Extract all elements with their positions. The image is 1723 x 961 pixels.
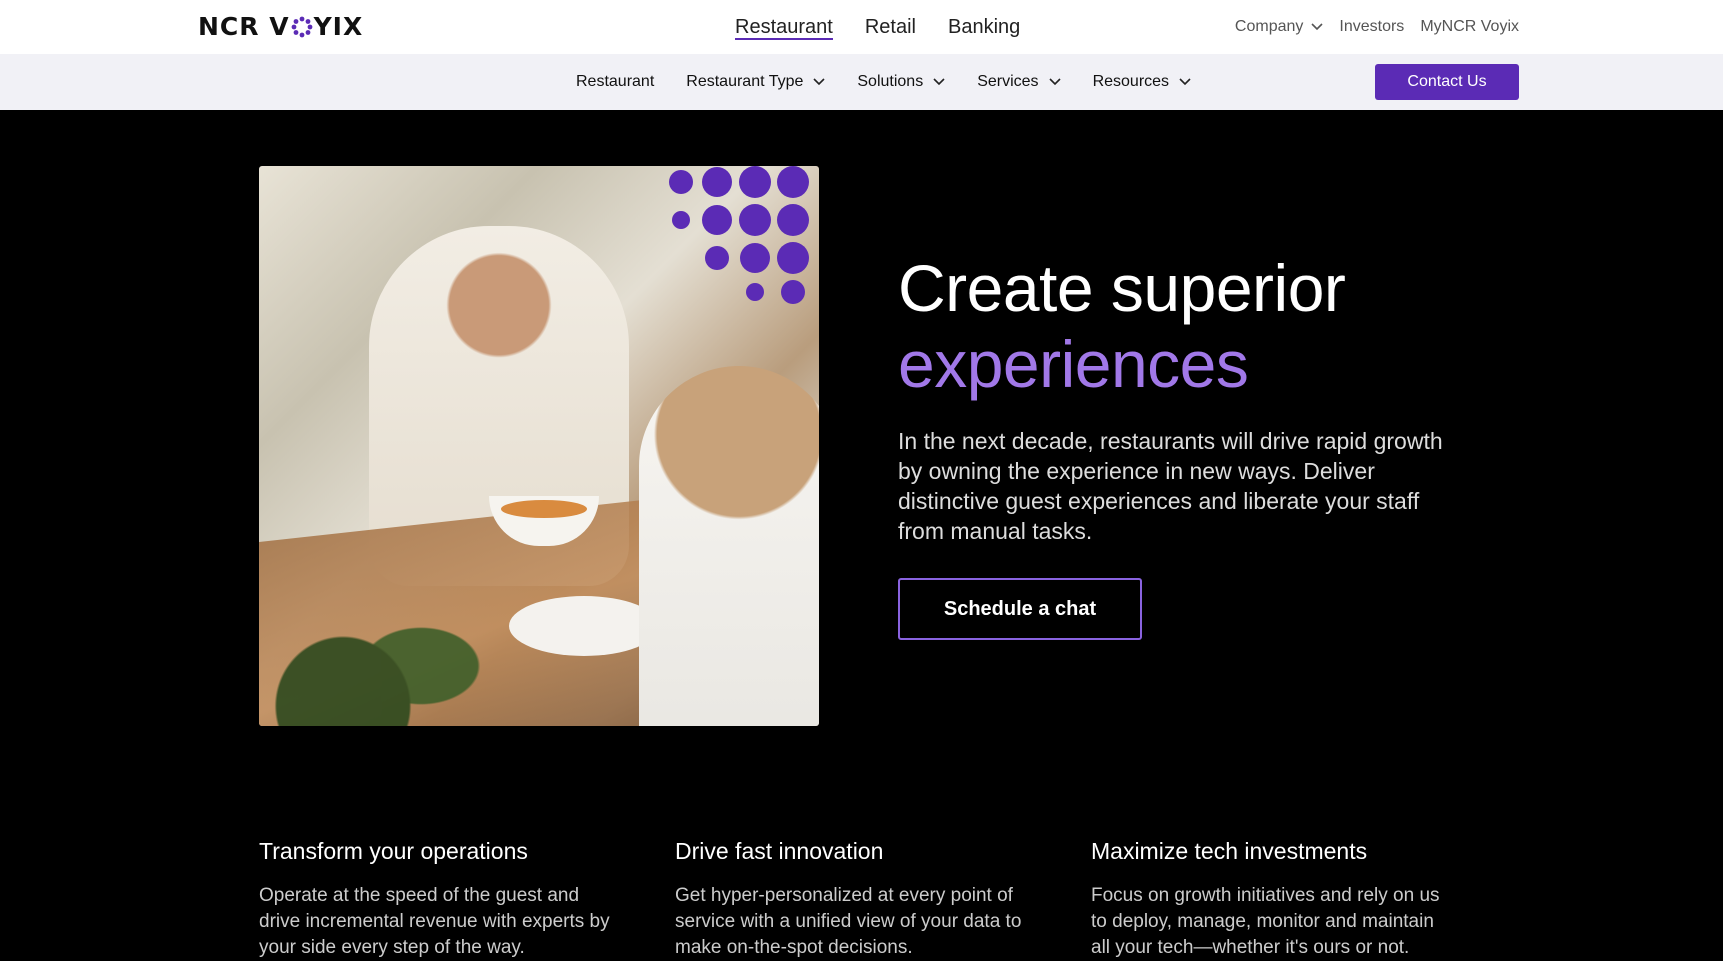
subnav-restaurant[interactable]: Restaurant: [576, 73, 654, 91]
tab-restaurant[interactable]: Restaurant: [735, 0, 833, 54]
subnav-restaurant-label: Restaurant: [576, 73, 655, 90]
secondary-navigation: Restaurant Restaurant Type Solutions Ser…: [0, 54, 1723, 110]
hero-title-line2: experiences: [898, 327, 1249, 401]
diner-back-figure: [639, 366, 819, 726]
contact-us-button[interactable]: Contact Us: [1375, 64, 1519, 100]
feature-body: Operate at the speed of the guest and dr…: [259, 885, 610, 958]
hero-title-line1: Create superior: [898, 251, 1346, 325]
feature-tech-investments: Maximize tech investments Focus on growt…: [1091, 838, 1451, 961]
plate-figure: [509, 596, 659, 656]
subnav-restaurant-type[interactable]: Restaurant Type: [686, 73, 825, 91]
feature-body: Get hyper-personalized at every point of…: [675, 885, 1022, 958]
company-label: Company: [1234, 18, 1304, 35]
schedule-chat-button[interactable]: Schedule a chat: [898, 578, 1142, 640]
chevron-down-icon: [933, 78, 945, 86]
feature-title: Maximize tech investments: [1091, 838, 1368, 864]
feature-title: Transform your operations: [259, 838, 528, 864]
tab-retail[interactable]: Retail: [865, 0, 916, 54]
top-navigation: NCR V YIX Restaurant Retail Banking Comp…: [0, 0, 1723, 54]
primary-tabs: Restaurant Retail Banking: [735, 0, 1020, 54]
subnav-resources[interactable]: Resources: [1093, 73, 1191, 91]
hero-title: Create superior experiences: [898, 250, 1346, 402]
myncr-voyix-link[interactable]: MyNCR Voyix: [1420, 18, 1519, 36]
logo-text-left: NCR V: [198, 11, 290, 41]
hero-image: [259, 166, 819, 726]
subnav-solutions[interactable]: Solutions: [857, 73, 945, 91]
chevron-down-icon: [1311, 23, 1323, 31]
plant-figure: [259, 546, 499, 726]
investors-link[interactable]: Investors: [1339, 18, 1404, 36]
chevron-down-icon: [1048, 78, 1061, 86]
subnav-services-label: Services: [977, 73, 1039, 90]
subnav-restaurant-type-label: Restaurant Type: [686, 73, 804, 90]
feature-title: Drive fast innovation: [675, 838, 884, 864]
feature-transform: Transform your operations Operate at the…: [259, 838, 619, 961]
subnav-solutions-label: Solutions: [857, 73, 924, 90]
logo-text-right: YIX: [313, 11, 364, 41]
subnav-resources-label: Resources: [1092, 73, 1170, 90]
subnav-services[interactable]: Services: [977, 73, 1061, 91]
subnav-items: Restaurant Restaurant Type Solutions Ser…: [576, 54, 1191, 110]
logo-dots-icon: [291, 15, 313, 38]
tab-banking[interactable]: Banking: [948, 0, 1020, 54]
feature-innovation: Drive fast innovation Get hyper-personal…: [675, 838, 1035, 961]
chevron-down-icon: [813, 78, 825, 86]
chevron-down-icon: [1179, 78, 1191, 86]
feature-body: Focus on growth initiatives and rely on …: [1091, 885, 1440, 958]
ncr-voyix-logo[interactable]: NCR V YIX: [198, 11, 364, 41]
hero-description: In the next decade, restaurants will dri…: [898, 428, 1443, 544]
company-menu[interactable]: Company: [1235, 18, 1323, 36]
purple-dots-decoration: [669, 166, 809, 304]
utility-links: Company Investors MyNCR Voyix: [1235, 0, 1519, 54]
